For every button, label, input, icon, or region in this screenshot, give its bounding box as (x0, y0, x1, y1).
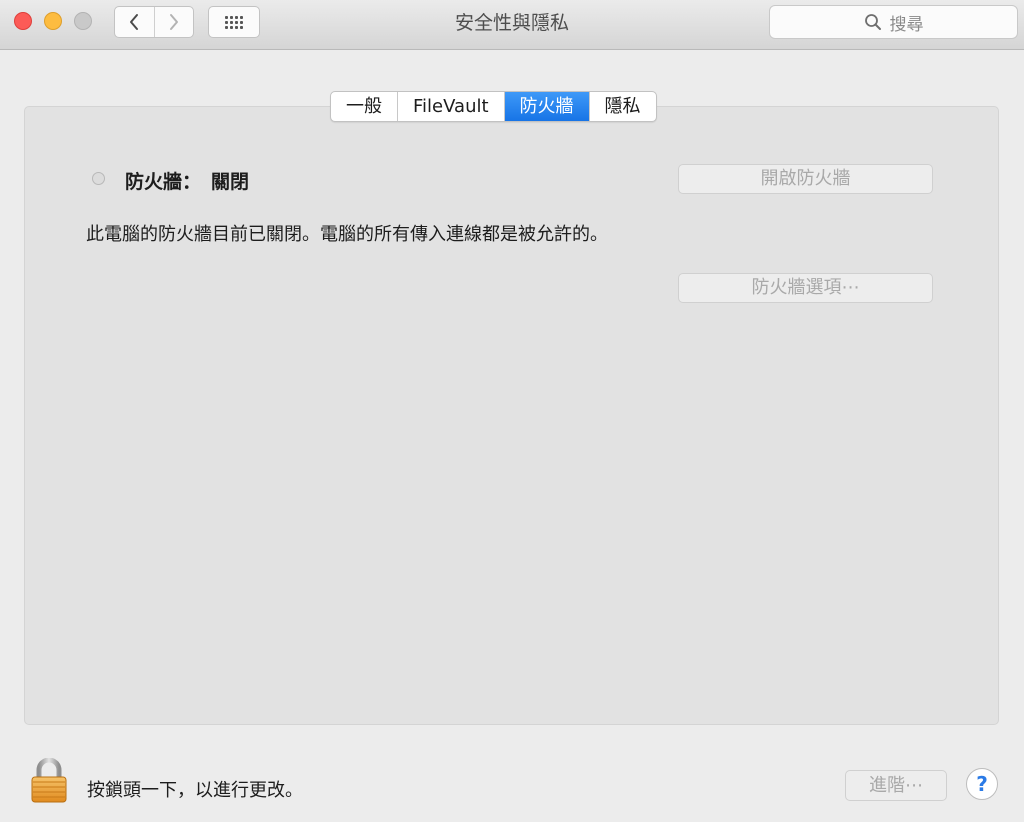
turn-on-firewall-button[interactable]: 開啟防火牆 (678, 164, 933, 194)
advanced-button[interactable]: 進階⋯ (845, 770, 947, 801)
tab-privacy[interactable]: 隱私 (588, 92, 656, 121)
firewall-status-label: 防火牆： (125, 171, 202, 193)
lock-button[interactable] (30, 757, 68, 808)
tab-content-panel (24, 106, 999, 725)
firewall-status-value: 關閉 (211, 171, 250, 193)
lock-icon (31, 757, 67, 803)
tab-firewall[interactable]: 防火牆 (503, 92, 589, 121)
help-icon: ? (976, 772, 988, 796)
firewall-description: 此電腦的防火牆目前已關閉。電腦的所有傳入連線都是被允許的。 (86, 224, 608, 245)
tab-bar: 一般 FileVault 防火牆 隱私 (330, 91, 657, 122)
tab-filevault[interactable]: FileVault (397, 92, 504, 121)
help-button[interactable]: ? (966, 768, 998, 800)
lock-instruction: 按鎖頭一下，以進行更改。 (87, 780, 303, 801)
search-placeholder: 搜尋 (889, 14, 924, 35)
tab-general[interactable]: 一般 (331, 92, 397, 121)
title-bar: 安全性與隱私 搜尋 (0, 0, 1024, 50)
search-icon (864, 14, 881, 30)
search-field[interactable]: 搜尋 (769, 5, 1018, 39)
firewall-status-indicator (92, 172, 105, 185)
firewall-options-button[interactable]: 防火牆選項⋯ (678, 273, 933, 303)
